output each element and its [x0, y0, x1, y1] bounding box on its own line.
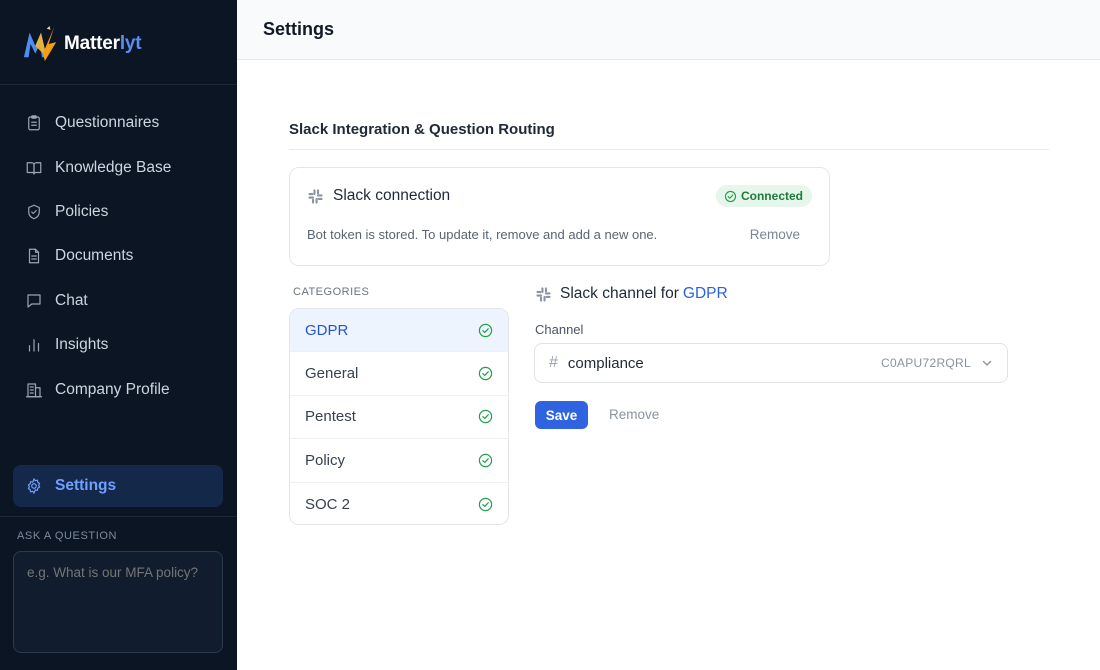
- check-circle-icon: [478, 453, 493, 468]
- sidebar-item-label: Questionnaires: [55, 114, 160, 132]
- remove-channel-button[interactable]: Remove: [609, 407, 659, 422]
- sidebar: Matterlyt Questionnaires Knowledge Base …: [0, 0, 237, 670]
- sidebar-item-knowledge-base[interactable]: Knowledge Base: [13, 145, 223, 189]
- slack-connection-card: Slack connection Connected Bot token is …: [289, 167, 830, 266]
- sidebar-divider: [0, 84, 237, 85]
- sidebar-item-settings[interactable]: Settings: [13, 465, 223, 507]
- sidebar-item-label: Chat: [55, 291, 88, 309]
- book-icon: [26, 161, 42, 175]
- section-divider: [289, 149, 1049, 150]
- category-item-label: General: [305, 365, 359, 383]
- check-circle-icon: [478, 323, 493, 337]
- category-item-label: Pentest: [305, 408, 356, 426]
- category-item-general[interactable]: General: [290, 352, 508, 396]
- sidebar-item-label: Policies: [55, 202, 109, 220]
- sidebar-item-label: Insights: [55, 336, 109, 354]
- channel-heading-prefix: Slack channel for: [560, 285, 679, 302]
- channel-heading-category: GDPR: [682, 285, 728, 302]
- bar-chart-icon: [28, 339, 40, 352]
- sidebar-item-chat[interactable]: Chat: [13, 279, 223, 323]
- category-item-soc-2[interactable]: SOC 2: [290, 483, 508, 524]
- matterlyt-logo-icon: [23, 25, 57, 62]
- sidebar-item-insights[interactable]: Insights: [13, 323, 223, 367]
- category-item-label: SOC 2: [305, 495, 351, 513]
- slack-connection-title: Slack connection: [333, 187, 451, 204]
- categories-label: CATEGORIES: [293, 286, 370, 298]
- sidebar-nav: Questionnaires Knowledge Base Policies D…: [13, 101, 223, 412]
- channel-select[interactable]: # compliance C0APU72RQRL: [534, 343, 1008, 383]
- slack-icon: [536, 286, 551, 302]
- app-logo[interactable]: Matterlyt: [22, 24, 142, 64]
- document-icon: [28, 249, 40, 264]
- slack-icon: [308, 188, 323, 204]
- category-item-pentest[interactable]: Pentest: [290, 396, 508, 440]
- save-button[interactable]: Save: [535, 401, 588, 429]
- sidebar-item-policies[interactable]: Policies: [13, 190, 223, 234]
- page-title: Settings: [263, 19, 335, 39]
- ask-question-label: ASK A QUESTION: [17, 530, 118, 542]
- category-item-label: Policy: [305, 451, 346, 469]
- app-name: Matterlyt: [64, 33, 142, 54]
- sidebar-item-label: Company Profile: [55, 380, 170, 398]
- sidebar-item-label: Knowledge Base: [55, 158, 172, 176]
- category-item-label: GDPR: [305, 321, 349, 339]
- sidebar-item-company-profile[interactable]: Company Profile: [13, 367, 223, 411]
- page-header: Settings: [237, 0, 1100, 60]
- categories-list: GDPR General Pentest Policy SOC 2: [289, 308, 509, 525]
- ask-question-input[interactable]: [13, 551, 223, 653]
- channel-name: compliance: [567, 354, 644, 372]
- slack-connection-header: Slack connection: [307, 187, 450, 205]
- section-title: Slack Integration & Question Routing: [289, 121, 555, 138]
- sidebar-item-label: Settings: [55, 477, 117, 494]
- category-item-gdpr[interactable]: GDPR: [290, 309, 508, 353]
- sidebar-divider: [0, 516, 237, 517]
- status-badge: Connected: [715, 185, 812, 207]
- slack-connection-description: Bot token is stored. To update it, remov…: [307, 227, 658, 242]
- shield-icon: [28, 204, 40, 220]
- chevron-down-icon: [982, 360, 992, 366]
- building-icon: [25, 382, 43, 397]
- remove-token-button[interactable]: Remove: [750, 227, 800, 242]
- check-circle-icon: [478, 497, 493, 511]
- status-badge-label: Connected: [740, 189, 803, 203]
- hash-icon: #: [549, 354, 558, 371]
- sidebar-item-documents[interactable]: Documents: [13, 234, 223, 278]
- category-item-policy[interactable]: Policy: [290, 439, 508, 483]
- sidebar-item-questionnaires[interactable]: Questionnaires: [13, 101, 223, 145]
- clipboard-icon: [28, 115, 40, 131]
- channel-id: C0APU72RQRL: [880, 356, 971, 370]
- check-circle-icon: [724, 190, 737, 202]
- check-circle-icon: [478, 366, 493, 381]
- gear-icon: [27, 478, 41, 494]
- chat-icon: [27, 294, 41, 308]
- check-circle-icon: [478, 410, 493, 424]
- channel-panel-heading: Slack channel for GDPR: [535, 285, 728, 303]
- sidebar-item-label: Documents: [55, 247, 134, 265]
- channel-field-label: Channel: [535, 322, 584, 337]
